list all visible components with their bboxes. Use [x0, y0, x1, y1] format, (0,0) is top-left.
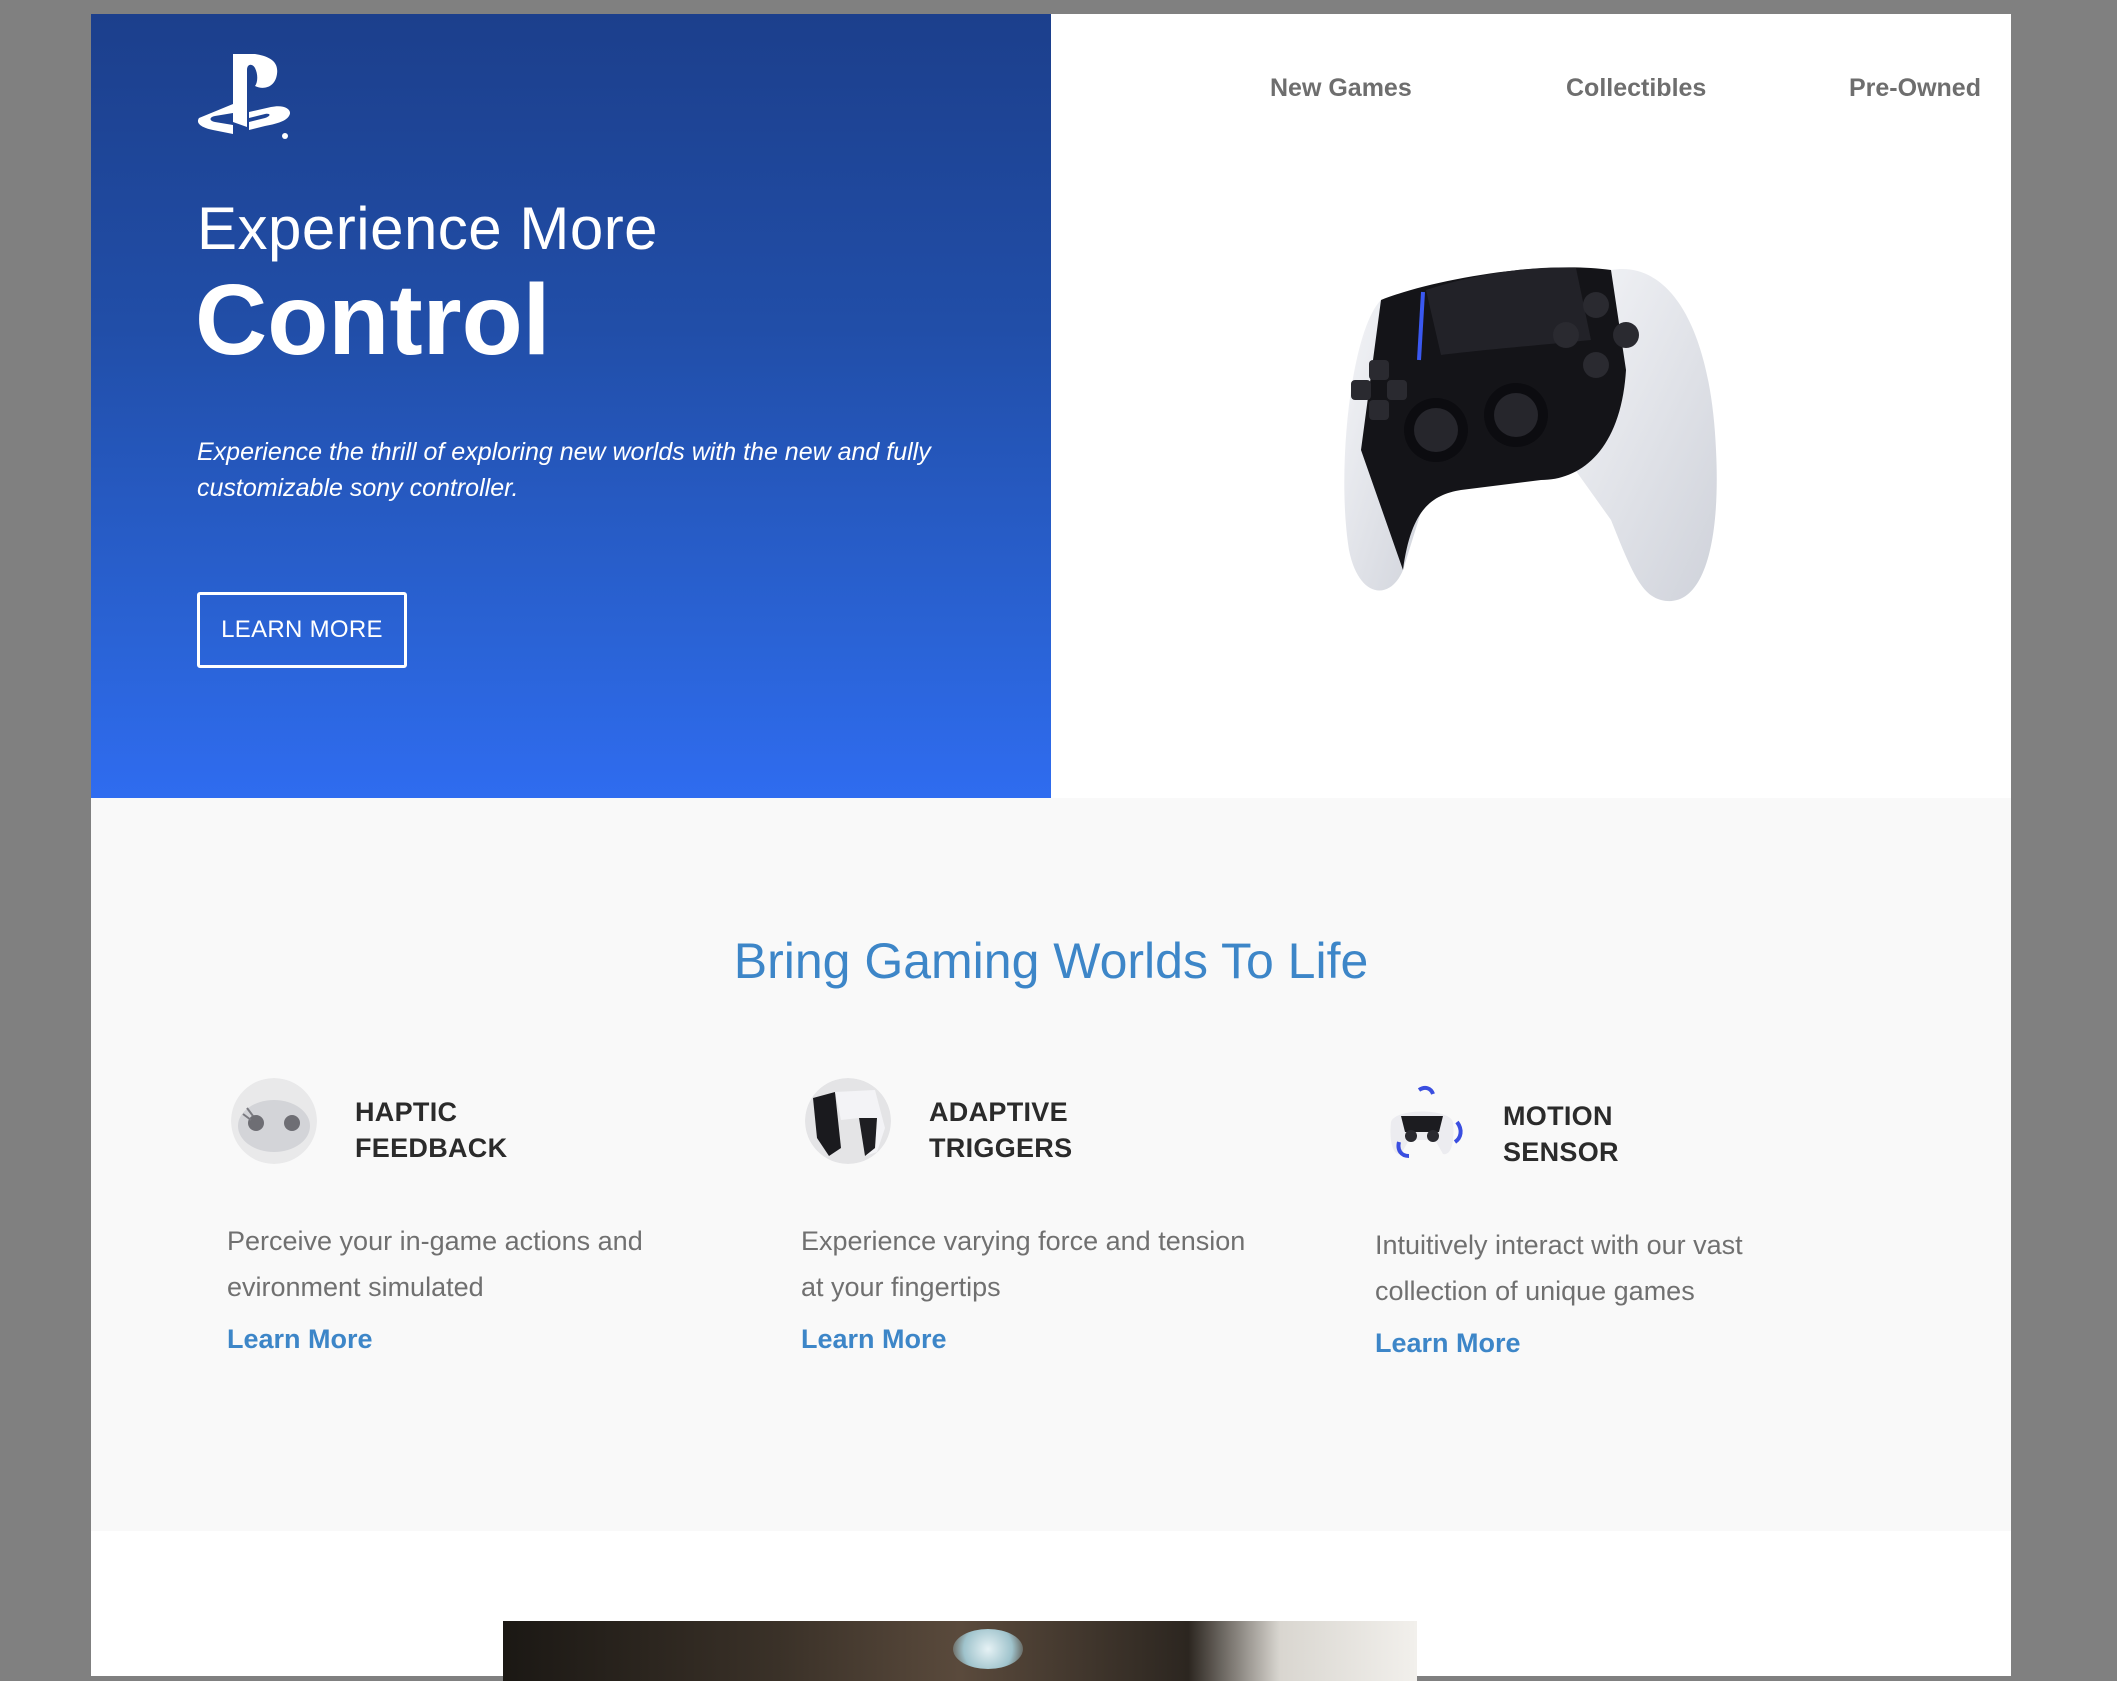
feature-description: Experience varying force and tension at …: [801, 1226, 1246, 1302]
feature-card-motion: MOTION SENSOR Intuitively interact with …: [1375, 1082, 1895, 1402]
motion-sensor-icon: [1379, 1082, 1465, 1168]
hero-description: Experience the thrill of exploring new w…: [197, 438, 931, 502]
controller-glow: [953, 1629, 1023, 1669]
hero-panel: Experience More Control Experience the t…: [91, 14, 1051, 798]
hero-image-panel: New Games Collectibles Pre-Owned: [1051, 14, 2011, 798]
landing-page: Experience More Control Experience the t…: [91, 14, 2011, 1676]
controller-image: [1344, 267, 1717, 602]
feature-description: Perceive your in-game actions and eviron…: [227, 1226, 643, 1302]
learn-more-link-haptic[interactable]: Learn More: [227, 1324, 373, 1355]
feature-name: HAPTIC FEEDBACK: [355, 1097, 508, 1163]
feature-name: MOTION SENSOR: [1503, 1101, 1619, 1167]
hero-title: Control: [195, 264, 551, 376]
nav-new-games[interactable]: New Games: [1270, 74, 1412, 103]
learn-more-button[interactable]: LEARN MORE: [197, 592, 407, 668]
hero-eyebrow: Experience More: [197, 195, 659, 262]
video-thumbnail[interactable]: [503, 1621, 1417, 1681]
haptic-feedback-icon: [231, 1078, 317, 1164]
features-title: Bring Gaming Worlds To Life: [733, 933, 1369, 989]
playstation-logo[interactable]: [197, 52, 293, 142]
feature-description: Intuitively interact with our vast colle…: [1375, 1230, 1743, 1306]
adaptive-triggers-icon: [805, 1078, 891, 1164]
nav-collectibles[interactable]: Collectibles: [1566, 74, 1706, 103]
features-section: Bring Gaming Worlds To Life HAPTIC FEEDB…: [91, 798, 2011, 1531]
feature-card-adaptive: ADAPTIVE TRIGGERS Experience varying for…: [801, 1078, 1321, 1398]
feature-name: ADAPTIVE TRIGGERS: [929, 1097, 1073, 1163]
learn-more-link-adaptive[interactable]: Learn More: [801, 1324, 947, 1355]
learn-more-link-motion[interactable]: Learn More: [1375, 1328, 1521, 1359]
nav-pre-owned[interactable]: Pre-Owned: [1849, 74, 1981, 103]
feature-card-haptic: HAPTIC FEEDBACK Perceive your in-game ac…: [227, 1078, 747, 1398]
